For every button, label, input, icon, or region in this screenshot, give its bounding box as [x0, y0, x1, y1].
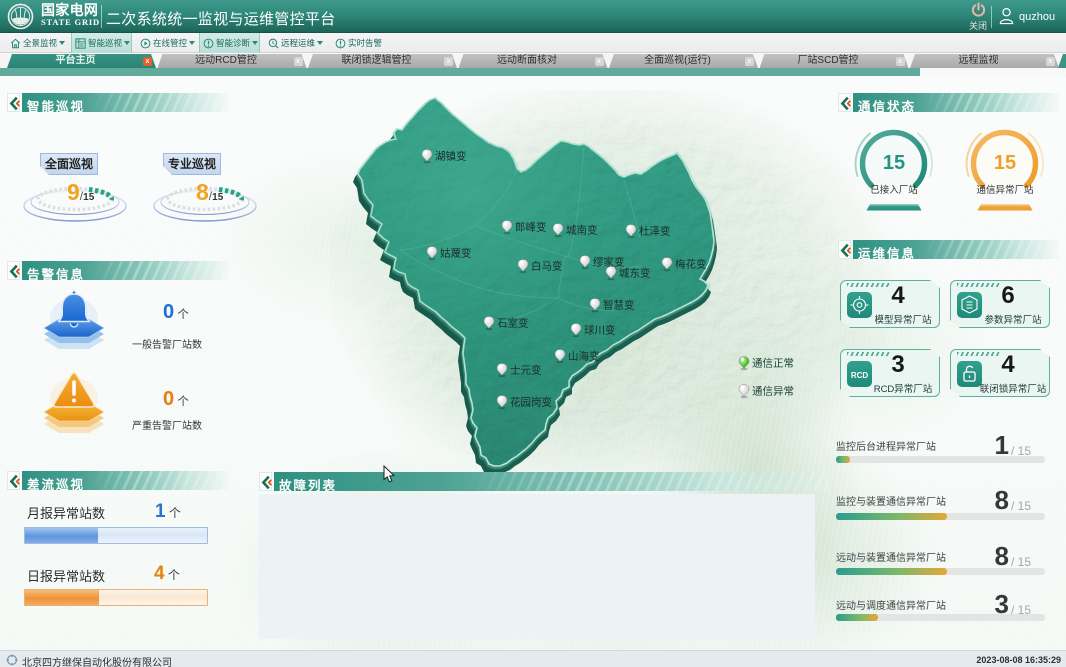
svg-text:城南变: 城南变 [566, 224, 598, 237]
svg-text:梅花变: 梅花变 [675, 258, 707, 271]
svg-text:石室变: 石室变 [497, 317, 529, 330]
svg-text:球川变: 球川变 [584, 324, 616, 337]
svg-text:杜泽变: 杜泽变 [639, 225, 671, 238]
svg-text:通信正常: 通信正常 [752, 357, 794, 370]
svg-text:湖镇变: 湖镇变 [435, 150, 467, 163]
svg-text:智慧变: 智慧变 [603, 299, 635, 312]
svg-text:RCD: RCD [851, 371, 869, 380]
svg-text:郎峰变: 郎峰变 [515, 221, 547, 234]
svg-text:花园岗变: 花园岗变 [510, 396, 552, 409]
svg-text:白马变: 白马变 [531, 260, 563, 273]
svg-text:山海变: 山海变 [568, 350, 600, 363]
svg-text:士元变: 士元变 [510, 364, 542, 377]
svg-text:城东变: 城东变 [619, 267, 651, 280]
svg-text:通信异常: 通信异常 [752, 385, 794, 398]
svg-text:姑蔑变: 姑蔑变 [440, 247, 472, 260]
